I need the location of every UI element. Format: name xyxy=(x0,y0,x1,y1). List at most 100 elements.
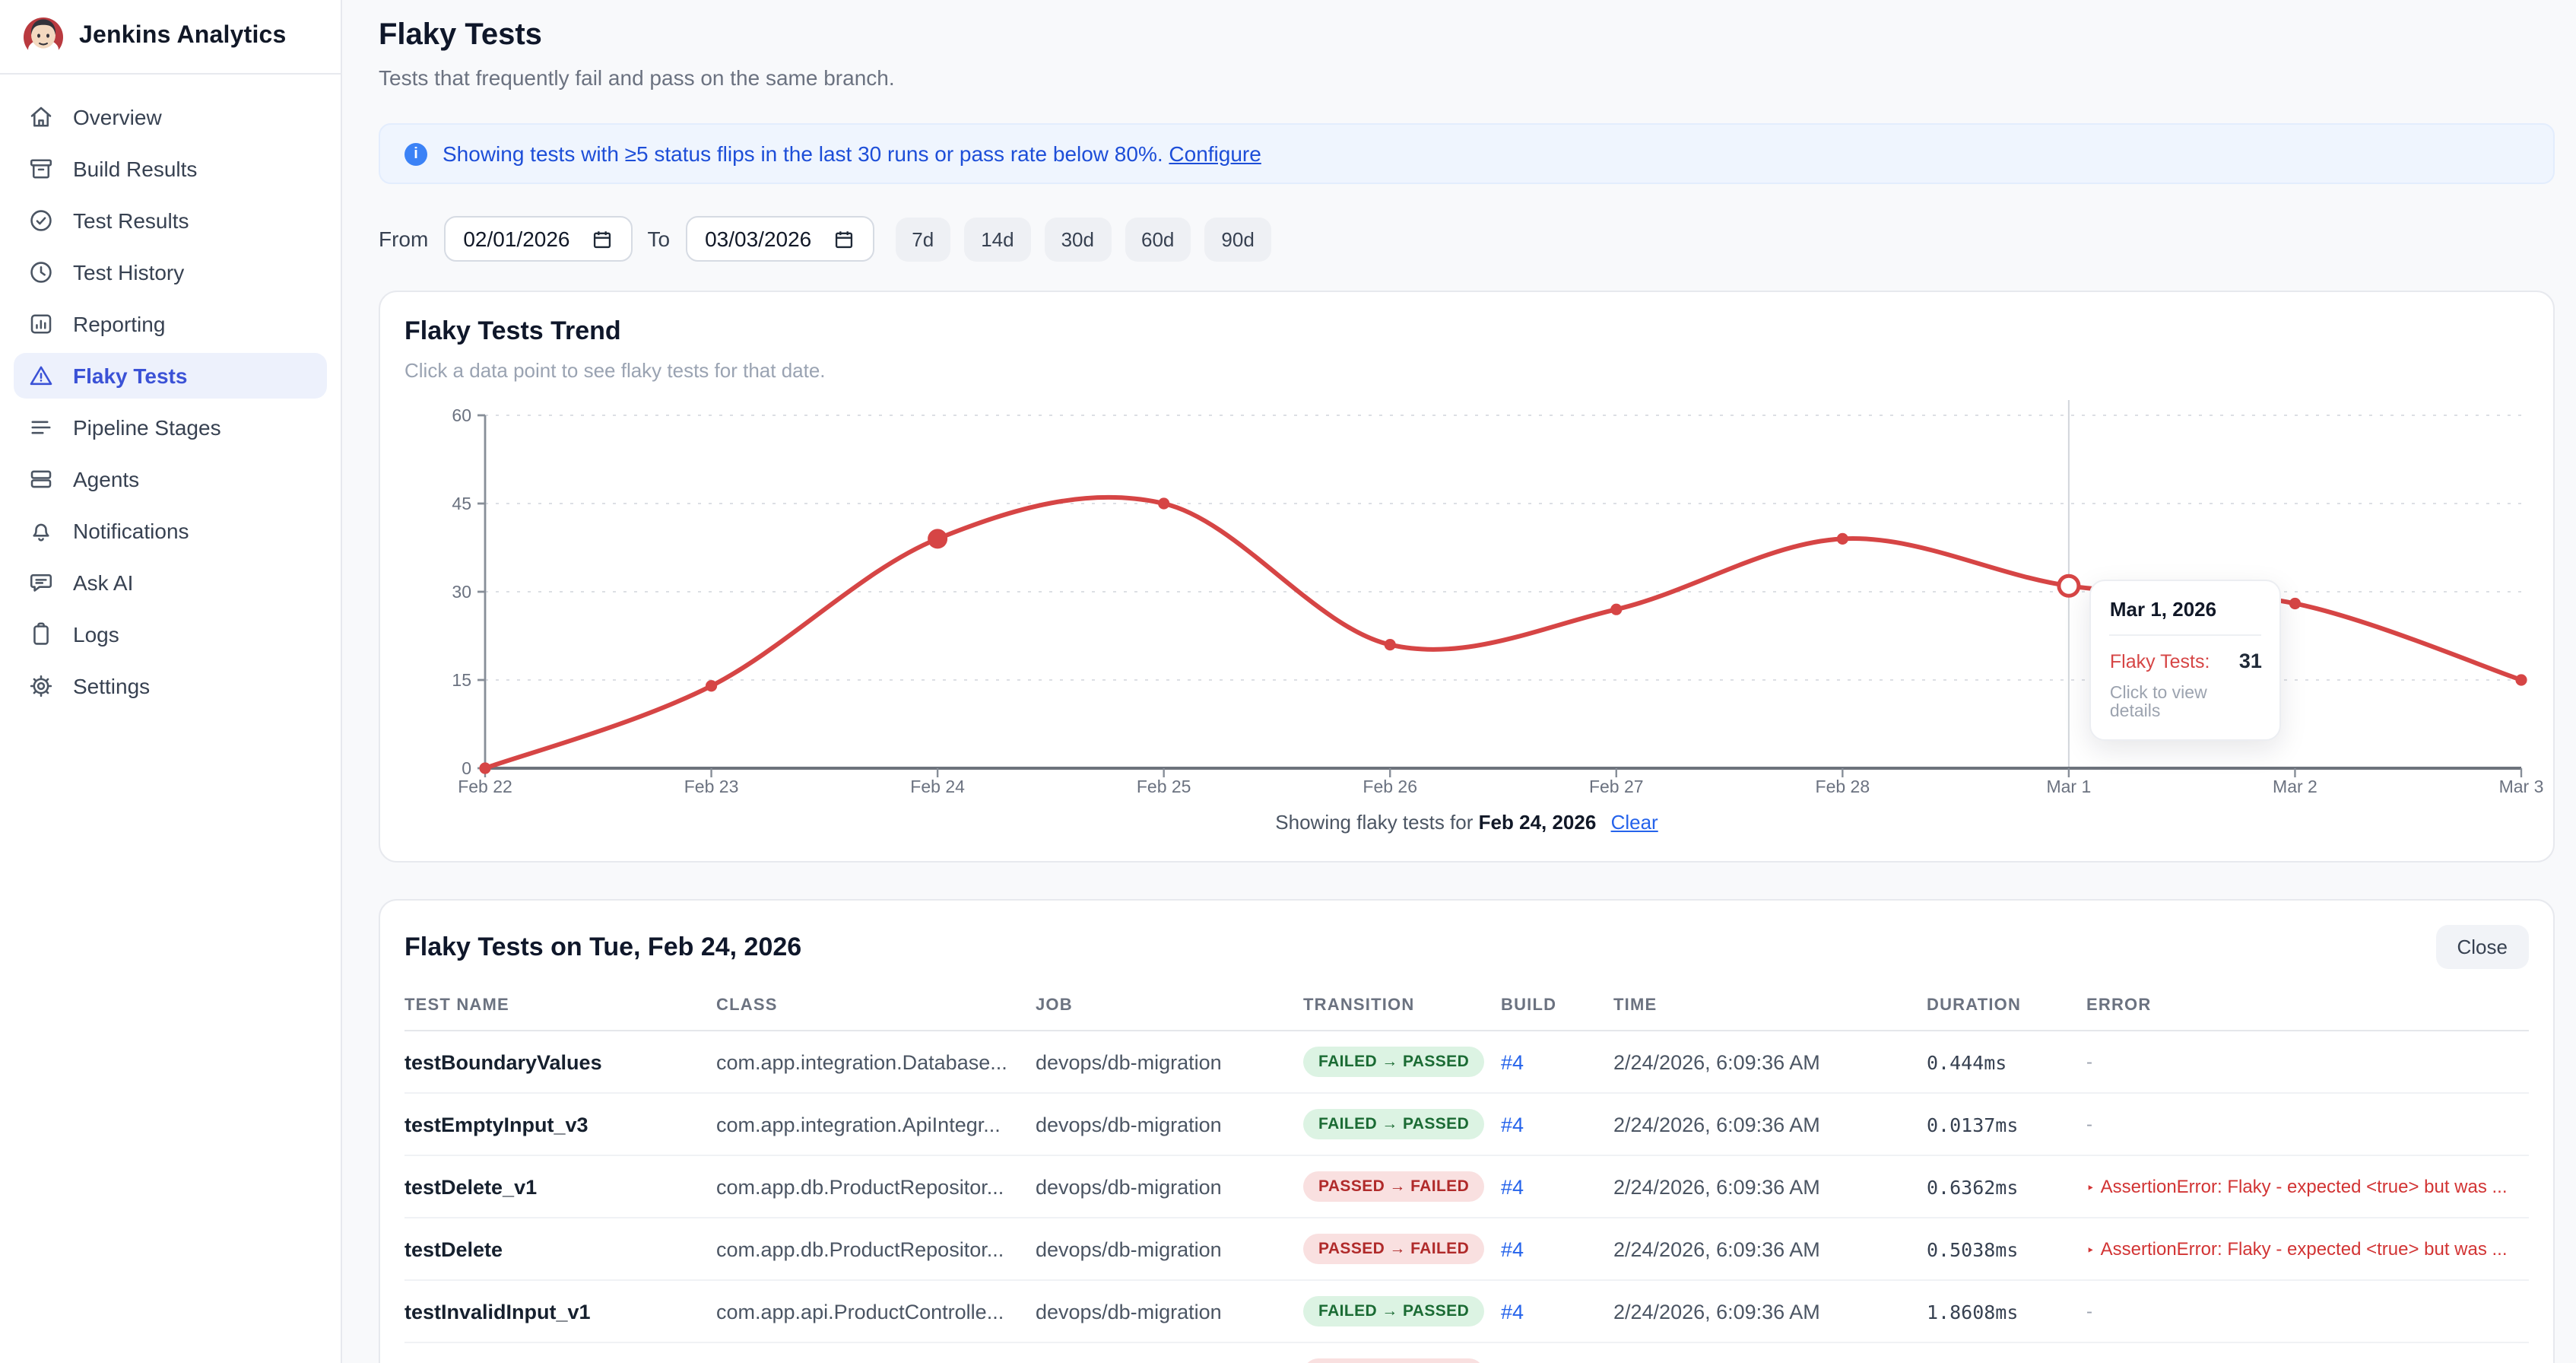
cell-test-name: testInvalidInput_v1 xyxy=(404,1280,716,1342)
chart-point-Mar-1[interactable] xyxy=(2059,576,2079,596)
x-tick-label: Feb 23 xyxy=(684,777,739,796)
table-header-bar: Flaky Tests on Tue, Feb 24, 2026 Close xyxy=(404,925,2529,969)
transition-badge: PASSED → FAILED xyxy=(1303,1358,1484,1363)
build-link[interactable]: #4 xyxy=(1501,1050,1524,1073)
sidebar-item-agents[interactable]: Agents xyxy=(14,456,327,502)
cell-time: 2/24/2026, 6:09:36 AM xyxy=(1613,1031,1927,1093)
cell-error: - xyxy=(2086,1280,2529,1342)
cell-job: devops/db-migration xyxy=(1036,1093,1303,1155)
cell-error: - xyxy=(2086,1031,2529,1093)
tooltip-divider xyxy=(2110,634,2262,636)
build-link[interactable]: #4 xyxy=(1501,1113,1524,1136)
cell-transition: PASSED → FAILED xyxy=(1303,1155,1501,1218)
sidebar-item-overview[interactable]: Overview xyxy=(14,94,327,140)
x-tick-label: Feb 26 xyxy=(1363,777,1417,796)
build-link[interactable]: #4 xyxy=(1501,1300,1524,1323)
cell-class: com.app.db.ProductRepositor... xyxy=(716,1218,1036,1280)
cell-time: 2/24/2026, 6:09:36 AM xyxy=(1613,1093,1927,1155)
warning-triangle-icon xyxy=(27,362,55,389)
chart-area: 015304560Feb 22Feb 23Feb 24Feb 25Feb 26F… xyxy=(404,400,2529,802)
quick-ranges: 7d 14d 30d 60d 90d xyxy=(895,217,1271,261)
sidebar: Jenkins Analytics OverviewBuild ResultsT… xyxy=(0,0,342,1363)
cell-time: 2/24/2026, 6:09:36 AM xyxy=(1613,1218,1927,1280)
build-link[interactable]: #4 xyxy=(1501,1175,1524,1198)
cell-error: - xyxy=(2086,1093,2529,1155)
flaky-tests-table-card: Flaky Tests on Tue, Feb 24, 2026 Close T… xyxy=(379,899,2555,1363)
cell-build: #4 xyxy=(1501,1218,1613,1280)
range-button-60d[interactable]: 60d xyxy=(1125,217,1191,261)
chart-point-Feb-26[interactable] xyxy=(1385,639,1396,650)
sidebar-item-label: Reporting xyxy=(73,312,165,336)
cell-job: devops/db-migration xyxy=(1036,1155,1303,1218)
tooltip-value: 31 xyxy=(2239,650,2262,672)
chart-footer-date: Feb 24, 2026 xyxy=(1479,811,1597,834)
cell-test-name: testDelete xyxy=(404,1218,716,1280)
sidebar-item-logs[interactable]: Logs xyxy=(14,612,327,657)
table-row: testInvalidInput_v2com.app.util.DateUtil… xyxy=(404,1342,2529,1363)
to-label: To xyxy=(648,227,671,251)
chart-point-Feb-22[interactable] xyxy=(479,762,490,774)
chart-point-Feb-23[interactable] xyxy=(706,680,717,691)
cell-duration: 0.5038ms xyxy=(1927,1218,2086,1280)
cell-class: com.app.db.ProductRepositor... xyxy=(716,1155,1036,1218)
range-button-30d[interactable]: 30d xyxy=(1045,217,1111,261)
check-circle-icon xyxy=(27,207,55,234)
x-tick-label: Feb 22 xyxy=(458,777,512,796)
range-button-90d[interactable]: 90d xyxy=(1204,217,1271,261)
cell-error: ‣AssertionError: Flaky - expected <true>… xyxy=(2086,1342,2529,1363)
to-date-input[interactable]: 03/03/2026 xyxy=(685,216,874,262)
sidebar-item-label: Settings xyxy=(73,674,150,698)
column-header-class: CLASS xyxy=(716,990,1036,1031)
bell-icon xyxy=(27,517,55,545)
from-date-input[interactable]: 02/01/2026 xyxy=(443,216,632,262)
sidebar-item-test-history[interactable]: Test History xyxy=(14,249,327,295)
cell-error: ‣AssertionError: Flaky - expected <true>… xyxy=(2086,1155,2529,1218)
chat-icon xyxy=(27,569,55,596)
sidebar-item-reporting[interactable]: Reporting xyxy=(14,301,327,347)
chart-point-Feb-28[interactable] xyxy=(1837,533,1848,545)
from-label: From xyxy=(379,227,428,251)
chart-tooltip: Mar 1, 2026 Flaky Tests: 31 Click to vie… xyxy=(2090,580,2282,741)
build-link[interactable]: #4 xyxy=(1501,1238,1524,1260)
chart-point-Mar-2[interactable] xyxy=(2289,598,2301,609)
chart-point-Mar-3[interactable] xyxy=(2515,674,2527,685)
sidebar-item-pipeline-stages[interactable]: Pipeline Stages xyxy=(14,405,327,450)
table-header-row: TEST NAMECLASSJOBTRANSITIONBUILDTIMEDURA… xyxy=(404,990,2529,1031)
table-row: testInvalidInput_v1com.app.api.ProductCo… xyxy=(404,1280,2529,1342)
gear-icon xyxy=(27,672,55,700)
cell-test-name: testDelete_v1 xyxy=(404,1155,716,1218)
cell-class: com.app.integration.Database... xyxy=(716,1031,1036,1093)
cell-class: com.app.api.ProductControlle... xyxy=(716,1280,1036,1342)
close-button[interactable]: Close xyxy=(2436,925,2530,969)
sidebar-item-ask-ai[interactable]: Ask AI xyxy=(14,560,327,605)
range-button-7d[interactable]: 7d xyxy=(895,217,950,261)
configure-link[interactable]: Configure xyxy=(1169,141,1261,166)
transition-badge: PASSED → FAILED xyxy=(1303,1234,1484,1264)
chart-point-Feb-25[interactable] xyxy=(1158,497,1169,509)
transition-badge: PASSED → FAILED xyxy=(1303,1171,1484,1202)
cell-duration: 4.9415ms xyxy=(1927,1342,2086,1363)
table-row: testBoundaryValuescom.app.integration.Da… xyxy=(404,1031,2529,1093)
chart-footer: Showing flaky tests for Feb 24, 2026 Cle… xyxy=(404,811,2529,837)
range-button-14d[interactable]: 14d xyxy=(964,217,1030,261)
sidebar-item-flaky-tests[interactable]: Flaky Tests xyxy=(14,353,327,399)
archive-icon xyxy=(27,155,55,183)
chart-point-Feb-24[interactable] xyxy=(928,529,947,548)
y-tick-label: 15 xyxy=(452,670,471,690)
clear-link[interactable]: Clear xyxy=(1611,811,1658,834)
chart-point-Feb-27[interactable] xyxy=(1610,604,1622,615)
sidebar-item-test-results[interactable]: Test Results xyxy=(14,198,327,243)
cell-job: backend/api-service xyxy=(1036,1342,1303,1363)
sidebar-item-notifications[interactable]: Notifications xyxy=(14,508,327,554)
sidebar-item-build-results[interactable]: Build Results xyxy=(14,146,327,192)
x-tick-label: Feb 28 xyxy=(1816,777,1870,796)
cell-test-name: testEmptyInput_v3 xyxy=(404,1093,716,1155)
column-header-error: ERROR xyxy=(2086,990,2529,1031)
banner-text: Showing tests with ≥5 status flips in th… xyxy=(443,141,1163,166)
cell-time: 2/24/2026, 6:09:36 AM xyxy=(1613,1155,1927,1218)
sidebar-item-label: Overview xyxy=(73,105,162,129)
sidebar-item-label: Agents xyxy=(73,467,139,491)
jenkins-logo-icon xyxy=(23,16,64,57)
sidebar-item-settings[interactable]: Settings xyxy=(14,663,327,709)
column-header-build: BUILD xyxy=(1501,990,1613,1031)
